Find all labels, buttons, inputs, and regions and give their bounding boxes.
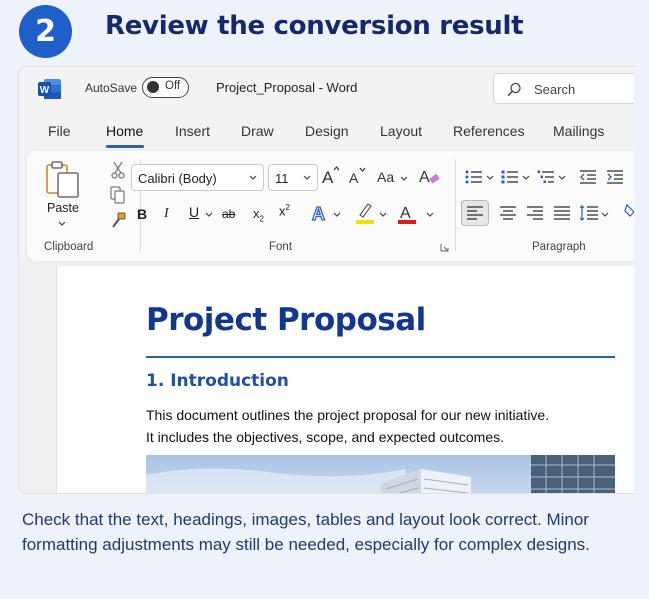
cut-icon[interactable] — [111, 161, 125, 179]
chevron-down-icon[interactable] — [379, 212, 387, 217]
tab-references[interactable]: References — [453, 123, 525, 139]
body-line: This document outlines the project propo… — [146, 407, 550, 423]
tab-design[interactable]: Design — [305, 123, 349, 139]
autosave-state: Off — [165, 80, 181, 92]
align-center-icon[interactable] — [500, 206, 516, 220]
shrink-font-icon[interactable]: A — [349, 166, 369, 186]
active-tab-indicator — [106, 145, 144, 148]
justify-icon[interactable] — [554, 206, 570, 220]
font-name-select[interactable]: Calibri (Body) — [131, 164, 264, 191]
bullets-icon[interactable] — [465, 169, 483, 185]
word-window-screenshot: W AutoSave Off Project_Proposal - Word S… — [18, 66, 634, 494]
paste-icon[interactable] — [44, 160, 86, 198]
step-header: 2 Review the conversion result — [0, 0, 649, 62]
heading-rule — [146, 356, 615, 358]
font-size-select[interactable]: 11 — [268, 164, 318, 191]
svg-text:A: A — [312, 204, 325, 223]
tab-draw[interactable]: Draw — [241, 123, 274, 139]
chevron-down-icon[interactable] — [558, 175, 566, 180]
body-line: It includes the objectives, scope, and e… — [146, 429, 504, 445]
chevron-down-icon — [303, 175, 311, 180]
step-title: Review the conversion result — [105, 11, 524, 41]
chevron-down-icon[interactable] — [522, 175, 530, 180]
clear-formatting-icon[interactable]: A — [419, 166, 441, 186]
font-name-value: Calibri (Body) — [138, 171, 217, 186]
tab-home[interactable]: Home — [106, 123, 143, 139]
search-placeholder: Search — [534, 82, 576, 97]
toggle-knob — [147, 81, 159, 93]
bold-button[interactable]: B — [137, 206, 147, 222]
chevron-down-icon[interactable] — [400, 176, 408, 181]
format-painter-icon[interactable] — [110, 212, 127, 229]
tab-mailings[interactable]: Mailings — [553, 123, 604, 139]
font-size-value: 11 — [275, 171, 289, 186]
align-left-button[interactable] — [461, 200, 489, 226]
decrease-indent-icon[interactable] — [580, 169, 597, 185]
document-title: Project_Proposal - Word — [216, 80, 358, 95]
document-subheading: 1. Introduction — [146, 371, 289, 391]
chevron-down-icon[interactable] — [58, 221, 66, 226]
dialog-launcher-icon[interactable] — [440, 243, 449, 252]
document-page[interactable]: Project Proposal 1. Introduction This do… — [56, 266, 634, 493]
chevron-down-icon — [249, 175, 257, 180]
change-case-button[interactable]: Aa — [377, 169, 394, 185]
chevron-down-icon[interactable] — [486, 175, 494, 180]
group-divider — [455, 159, 456, 251]
text-effects-icon[interactable]: A — [311, 203, 331, 223]
autosave-toggle[interactable]: Off — [142, 77, 189, 98]
superscript-button[interactable]: x2 — [279, 203, 290, 218]
font-group-label: Font — [269, 241, 293, 253]
autosave-label: AutoSave — [85, 81, 138, 95]
line-spacing-icon[interactable] — [580, 205, 598, 221]
menu-bar: File Home Insert Draw Design Layout Refe… — [19, 110, 634, 150]
svg-text:A: A — [400, 205, 411, 222]
chevron-down-icon[interactable] — [601, 212, 609, 217]
multilevel-list-icon[interactable] — [537, 169, 555, 185]
grow-font-icon[interactable]: A — [322, 166, 342, 186]
search-input[interactable]: Search — [493, 73, 634, 104]
increase-indent-icon[interactable] — [607, 169, 624, 185]
copy-icon[interactable] — [110, 186, 126, 204]
chevron-down-icon[interactable] — [205, 212, 213, 217]
svg-text:W: W — [40, 85, 50, 96]
chevron-down-icon[interactable] — [333, 212, 341, 217]
font-color-icon[interactable]: A — [396, 201, 418, 225]
shading-icon[interactable] — [624, 203, 634, 223]
strikethrough-button[interactable]: ab — [222, 207, 235, 221]
word-logo-icon: W — [38, 79, 61, 99]
document-heading: Project Proposal — [146, 302, 426, 338]
document-canvas: Project Proposal 1. Introduction This do… — [19, 261, 634, 493]
align-right-icon[interactable] — [527, 206, 543, 220]
paragraph-group-label: Paragraph — [532, 241, 586, 253]
svg-text:A: A — [349, 170, 359, 186]
building-photo-graphic — [146, 455, 615, 493]
svg-text:A: A — [419, 169, 430, 186]
numbering-icon[interactable] — [501, 169, 519, 185]
align-left-icon — [467, 206, 483, 220]
building-photo — [146, 455, 615, 493]
search-icon — [507, 82, 521, 96]
tab-file[interactable]: File — [48, 123, 71, 139]
step-number-badge: 2 — [19, 5, 72, 58]
ribbon: Paste Clipboard Calibri (Body) 11 A A Aa… — [27, 151, 634, 261]
clipboard-group-label: Clipboard — [44, 241, 94, 253]
instruction-text: Check that the text, headings, images, t… — [22, 510, 590, 554]
highlight-icon[interactable] — [354, 201, 376, 225]
chevron-down-icon[interactable] — [426, 212, 434, 217]
italic-button[interactable]: I — [164, 206, 169, 222]
highlight-color-bar — [356, 220, 374, 224]
underline-button[interactable]: U — [189, 204, 199, 220]
paste-label[interactable]: Paste — [47, 201, 79, 215]
svg-text:A: A — [322, 168, 334, 186]
tab-insert[interactable]: Insert — [175, 123, 210, 139]
subscript-button[interactable]: x2 — [253, 206, 264, 224]
tab-layout[interactable]: Layout — [380, 123, 422, 139]
title-bar: W AutoSave Off Project_Proposal - Word S… — [19, 67, 634, 110]
